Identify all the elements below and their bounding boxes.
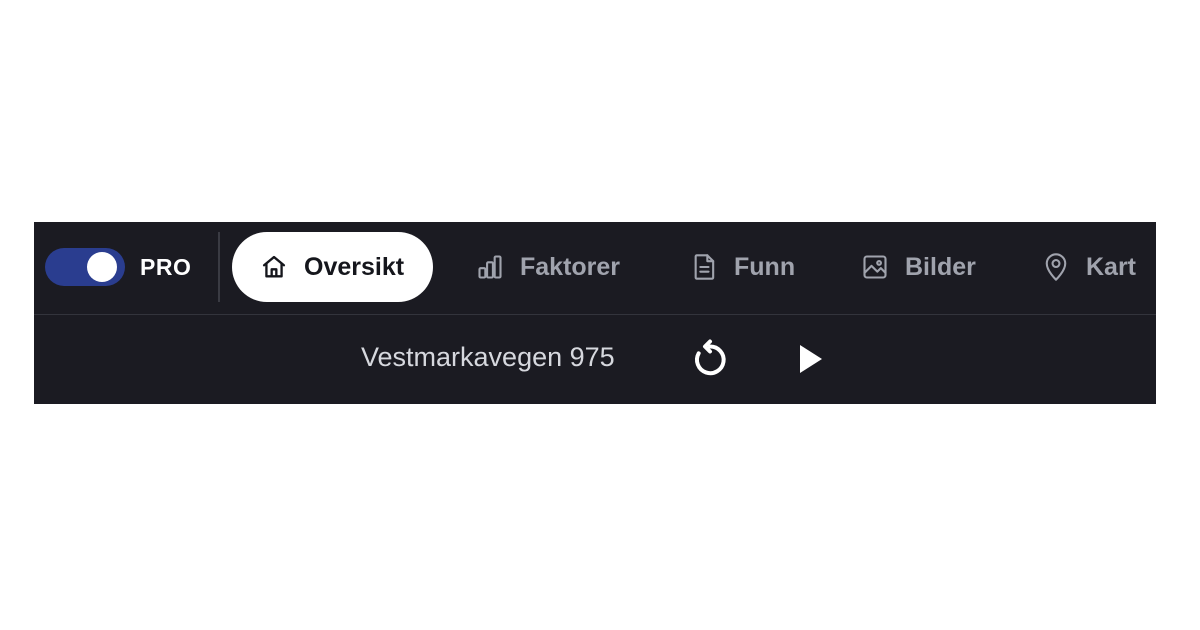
tab-oversikt[interactable]: Oversikt xyxy=(232,232,434,302)
tab-label: Kart xyxy=(1086,252,1137,281)
tab-bilder[interactable]: Bilder xyxy=(861,232,976,302)
address-label: Vestmarkavegen 975 xyxy=(361,342,615,372)
player-row: Vestmarkavegen 975 xyxy=(34,315,1156,404)
play-button[interactable] xyxy=(788,337,832,381)
tab-faktorer[interactable]: Faktorer xyxy=(476,232,620,302)
document-icon xyxy=(692,253,718,281)
divider xyxy=(218,232,220,302)
top-navigation-bar: PRO Oversikt Faktorer Funn Bilder Kart V… xyxy=(34,222,1156,404)
map-pin-icon xyxy=(1042,252,1070,282)
play-icon xyxy=(795,342,825,376)
tab-label: Funn xyxy=(734,252,796,281)
tab-label: Faktorer xyxy=(520,252,621,281)
replay-button[interactable] xyxy=(688,337,732,381)
home-icon xyxy=(260,253,288,281)
tab-label: Oversikt xyxy=(304,252,405,281)
tab-row: PRO Oversikt Faktorer Funn Bilder Kart xyxy=(34,222,1156,315)
pro-label: PRO xyxy=(140,254,192,280)
bar-chart-icon xyxy=(476,253,504,281)
tab-funn[interactable]: Funn xyxy=(692,232,795,302)
replay-icon xyxy=(690,339,730,379)
tab-label: Bilder xyxy=(905,252,976,281)
pro-mode-toggle[interactable] xyxy=(45,248,125,286)
toggle-knob xyxy=(87,252,117,282)
tab-kart[interactable]: Kart xyxy=(1042,232,1136,302)
image-icon xyxy=(861,253,889,281)
